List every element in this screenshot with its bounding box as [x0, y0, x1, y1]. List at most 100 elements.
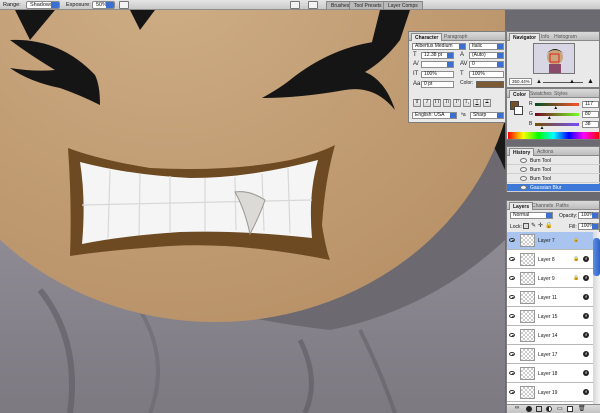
visibility-eye-icon[interactable]: [509, 314, 515, 318]
zoom-in-icon[interactable]: ▲: [587, 78, 594, 85]
layers-scrollbar-thumb[interactable]: [593, 238, 600, 276]
tab-histogram[interactable]: Histogram: [551, 33, 580, 41]
layer-row[interactable]: Layer 17 f: [507, 346, 593, 364]
g-slider[interactable]: [535, 113, 579, 116]
layer-effects-icon[interactable]: f: [583, 332, 589, 338]
link-layers-icon[interactable]: ∞: [515, 405, 519, 411]
well-tab-tool-presets[interactable]: Tool Presets: [349, 1, 387, 9]
layer-name: Layer 9: [538, 276, 555, 282]
kerning-field[interactable]: [421, 61, 454, 68]
tab-navigator[interactable]: Navigator: [509, 33, 541, 41]
antialias-dropdown[interactable]: Sharp: [470, 112, 504, 119]
visibility-eye-icon[interactable]: [509, 371, 515, 375]
layer-effects-icon[interactable]: f: [583, 370, 589, 376]
layer-row[interactable]: Layer 18 f: [507, 365, 593, 383]
navigator-preview[interactable]: [533, 43, 575, 74]
r-value-field[interactable]: 117: [582, 101, 599, 108]
layer-row[interactable]: Layer 9 🔒 f: [507, 270, 593, 288]
all-caps-button[interactable]: TT: [433, 99, 441, 107]
visibility-eye-icon[interactable]: [509, 276, 515, 280]
baseline-shift-field[interactable]: 0 pt: [421, 81, 454, 88]
layer-effects-icon[interactable]: f: [583, 313, 589, 319]
zoom-slider-track[interactable]: [543, 82, 583, 83]
underline-button[interactable]: T: [473, 99, 481, 107]
lock-image-icon[interactable]: ✎: [531, 222, 536, 229]
history-state-label: Gaussian Blur: [530, 185, 562, 191]
history-state[interactable]: Burn Tool: [507, 157, 600, 165]
lock-all-icon[interactable]: 🔒: [545, 222, 552, 229]
layer-effects-icon[interactable]: f: [583, 351, 589, 357]
lock-transparency-icon[interactable]: [523, 223, 529, 229]
file-browser-icon[interactable]: [308, 1, 318, 9]
range-dropdown[interactable]: Shadows: [26, 1, 60, 9]
language-dropdown[interactable]: English: USA: [412, 112, 457, 119]
well-tab-layer-comps[interactable]: Layer Comps: [383, 1, 423, 9]
strikethrough-button[interactable]: T: [483, 99, 491, 107]
color-ramp[interactable]: [508, 132, 599, 139]
delete-layer-icon[interactable]: 🗑: [578, 405, 586, 412]
layer-row[interactable]: Layer 14 f: [507, 327, 593, 345]
tab-character[interactable]: Character: [411, 33, 443, 41]
small-caps-button[interactable]: Tt: [443, 99, 451, 107]
horizontal-scale-field[interactable]: 100%: [469, 71, 504, 78]
font-style-dropdown[interactable]: Italic: [469, 43, 504, 50]
faux-italic-button[interactable]: T: [423, 99, 431, 107]
font-family-dropdown[interactable]: Albertus Medium: [412, 43, 466, 50]
opacity-field[interactable]: 100%: [578, 212, 599, 219]
background-color-swatch[interactable]: [514, 106, 523, 115]
visibility-eye-icon[interactable]: [509, 333, 515, 337]
superscript-button[interactable]: T¹: [453, 99, 461, 107]
r-slider-thumb[interactable]: ▲: [553, 105, 558, 111]
faux-bold-button[interactable]: T: [413, 99, 421, 107]
exposure-field[interactable]: 50%: [92, 1, 115, 9]
b-slider-thumb[interactable]: ▲: [540, 125, 545, 131]
layer-effects-icon[interactable]: f: [583, 256, 589, 262]
tab-paths[interactable]: Paths: [553, 202, 572, 210]
tool-options-bar: Range: Shadows Exposure: 50% Brushes Too…: [0, 0, 600, 10]
layer-row[interactable]: Layer 8 🔒 f: [507, 251, 593, 269]
layer-effects-icon[interactable]: f: [583, 275, 589, 281]
new-group-icon[interactable]: ▭: [557, 405, 563, 412]
layer-mask-icon[interactable]: [536, 406, 542, 412]
history-state-label: Burn Tool: [530, 158, 552, 164]
leading-field[interactable]: (Auto): [469, 52, 504, 59]
layer-row[interactable]: Layer 11 f: [507, 289, 593, 307]
visibility-eye-icon[interactable]: [509, 390, 515, 394]
layer-effects-icon[interactable]: f: [583, 294, 589, 300]
visibility-eye-icon[interactable]: [509, 352, 515, 356]
adjustment-layer-icon[interactable]: [546, 406, 552, 412]
history-state[interactable]: Burn Tool: [507, 166, 600, 174]
visibility-eye-icon[interactable]: [509, 238, 515, 242]
layer-row[interactable]: Layer 19 f: [507, 384, 593, 402]
airbrush-icon[interactable]: [119, 1, 129, 9]
fill-field[interactable]: 100%: [578, 223, 599, 230]
zoom-slider-thumb[interactable]: ▲: [569, 79, 575, 85]
tracking-field[interactable]: 0: [469, 61, 504, 68]
new-layer-icon[interactable]: [567, 406, 573, 412]
layer-row[interactable]: Layer 15 f: [507, 308, 593, 326]
layer-effects-icon[interactable]: f: [583, 389, 589, 395]
visibility-eye-icon[interactable]: [509, 257, 515, 261]
font-size-field[interactable]: 12.38 pt: [421, 52, 454, 59]
visibility-eye-icon[interactable]: [509, 295, 515, 299]
lock-position-icon[interactable]: ✛: [538, 222, 543, 229]
zoom-out-icon[interactable]: ▲: [536, 79, 542, 85]
layer-row[interactable]: Layer 7 🔒: [507, 232, 593, 250]
tab-actions[interactable]: Actions: [534, 148, 556, 156]
text-color-swatch[interactable]: [476, 81, 504, 88]
history-state[interactable]: Burn Tool: [507, 175, 600, 183]
history-state[interactable]: Gaussian Blur: [507, 184, 600, 192]
g-slider-thumb[interactable]: ▲: [547, 115, 552, 121]
b-value-field[interactable]: 38: [582, 121, 599, 128]
blend-mode-dropdown[interactable]: Normal: [510, 212, 553, 219]
g-value-field[interactable]: 80: [582, 111, 599, 118]
tab-history[interactable]: History: [509, 148, 535, 156]
layer-style-icon[interactable]: [526, 406, 532, 412]
layers-scrollbar[interactable]: [593, 232, 600, 404]
subscript-button[interactable]: T₁: [463, 99, 471, 107]
vertical-scale-field[interactable]: 100%: [421, 71, 454, 78]
palette-well-icon[interactable]: [290, 1, 300, 9]
tab-paragraph[interactable]: Paragraph: [441, 33, 470, 41]
tab-styles[interactable]: Styles: [551, 90, 571, 98]
zoom-field[interactable]: 350.44%: [509, 78, 532, 85]
